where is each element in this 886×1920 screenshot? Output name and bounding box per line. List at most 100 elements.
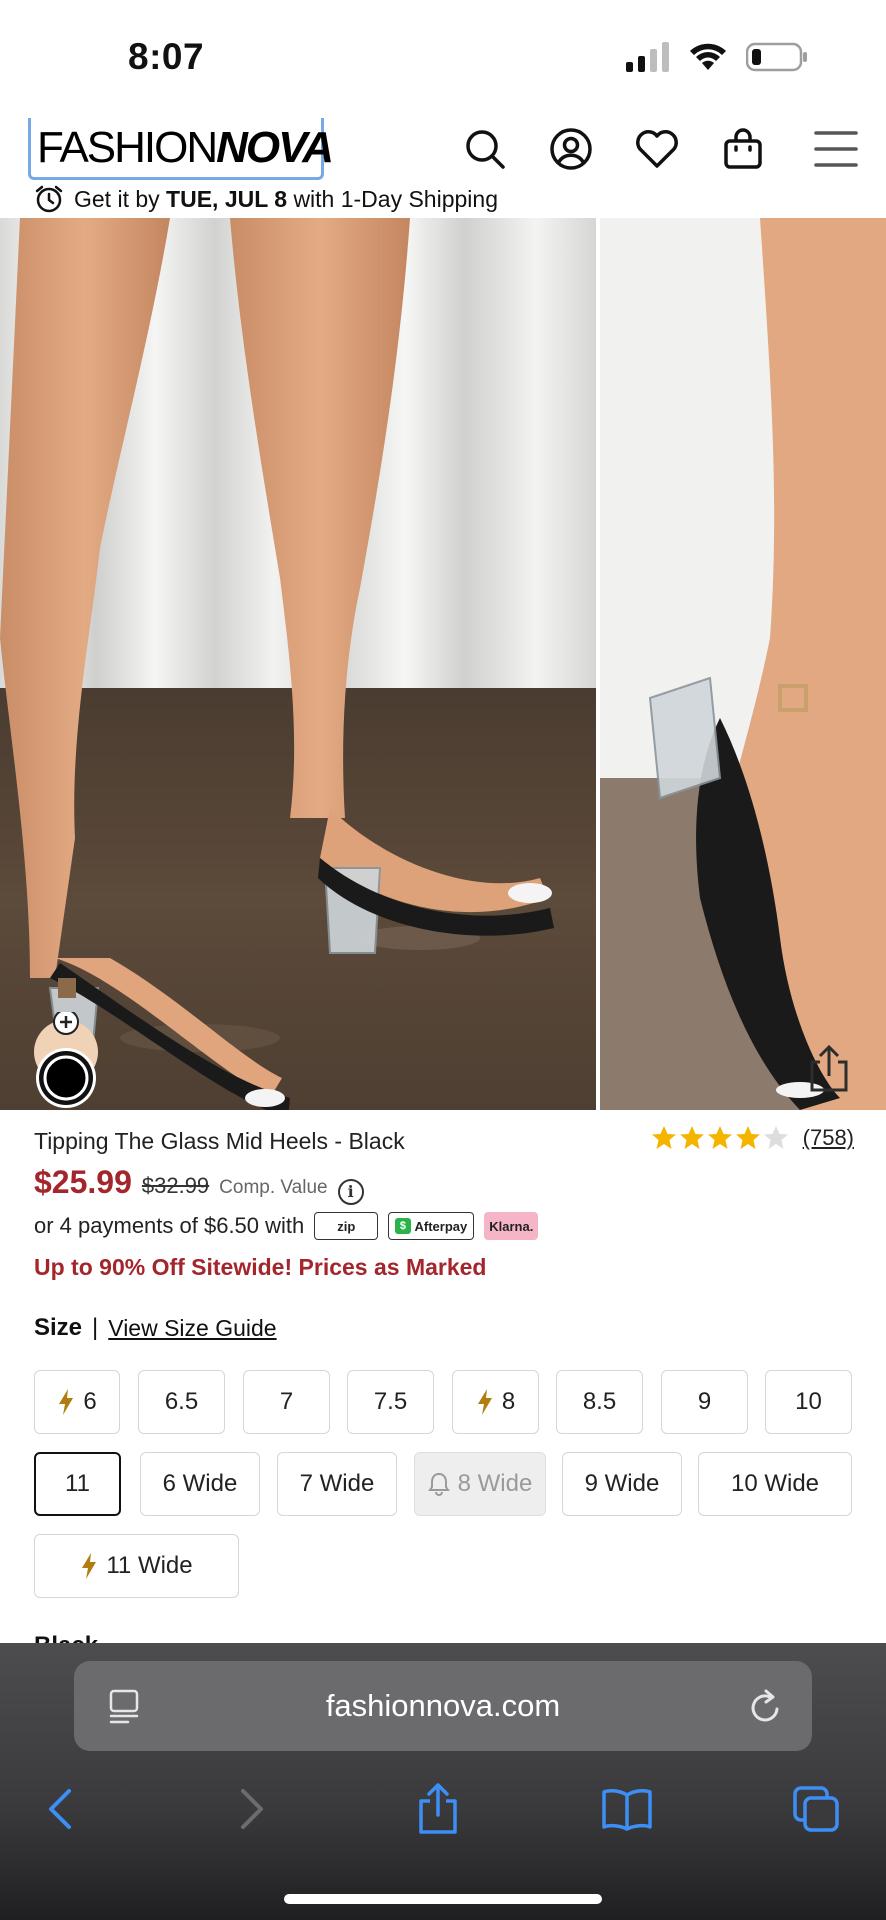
color-swatch-icon [34, 1009, 98, 1108]
size-option-label: 10 Wide [730, 1470, 820, 1497]
product-rating[interactable]: (758) [651, 1125, 854, 1151]
size-option-label: 9 [697, 1388, 712, 1415]
compare-price: $32.99 [141, 1173, 210, 1198]
size-option-label: 8 Wide [457, 1470, 533, 1497]
size-option-label: 8 [501, 1388, 516, 1415]
afterpay-dollar-icon: $ [395, 1218, 411, 1234]
price-row: $25.99 $32.99 Comp. Value i [34, 1164, 364, 1205]
installment-text: or 4 payments of $6.50 with [34, 1213, 305, 1238]
tabs-button[interactable] [786, 1779, 846, 1839]
shipping-date: TUE, JUL 8 [166, 185, 288, 212]
home-indicator[interactable] [284, 1894, 602, 1904]
view-size-guide-link[interactable]: View Size Guide [108, 1315, 276, 1342]
product-title: Tipping The Glass Mid Heels - Black [34, 1128, 405, 1154]
shipping-prefix: Get it by [74, 185, 160, 212]
size-option[interactable]: 8 [452, 1370, 539, 1434]
cart-button[interactable] [700, 118, 786, 180]
size-option-label: 7 Wide [299, 1470, 375, 1497]
size-option[interactable]: 10 Wide [698, 1452, 852, 1516]
forward-icon [241, 1789, 263, 1829]
wishlist-button[interactable] [614, 118, 700, 180]
account-icon [550, 128, 592, 170]
page-menu-icon [109, 1689, 139, 1724]
compare-value-label: Comp. Value [219, 1177, 328, 1198]
sale-price: $25.99 [34, 1164, 132, 1200]
size-separator: | [92, 1314, 99, 1341]
size-option[interactable]: 7 Wide [277, 1452, 397, 1516]
url-text: fashionnova.com [325, 1688, 561, 1723]
header-icons [442, 118, 886, 180]
browser-chrome: fashionnova.com [0, 1643, 886, 1920]
klarna-badge[interactable]: Klarna. [484, 1212, 539, 1240]
share-button[interactable] [408, 1779, 468, 1839]
site-header: FASHION NOVA [0, 118, 886, 180]
size-option-label: 9 Wide [584, 1470, 660, 1497]
size-option[interactable]: 6.5 [138, 1370, 225, 1434]
alarm-clock-icon [35, 185, 63, 213]
reload-icon [751, 1689, 779, 1722]
size-option[interactable]: 9 [661, 1370, 748, 1434]
browser-toolbar [0, 1771, 886, 1871]
flash-icon [477, 1389, 492, 1415]
size-option[interactable]: 11 Wide [34, 1534, 239, 1598]
shipping-suffix: with 1-Day Shipping [293, 185, 498, 212]
size-option-selected[interactable]: 11 [34, 1452, 121, 1516]
product-photo-image [0, 218, 596, 1110]
size-option-label: 6 [83, 1388, 97, 1415]
info-icon[interactable]: i [337, 1179, 364, 1205]
size-option[interactable]: 10 [765, 1370, 852, 1434]
zip-label: zip [337, 1218, 356, 1234]
size-option[interactable]: 7 [243, 1370, 330, 1434]
address-bar[interactable]: fashionnova.com [74, 1661, 812, 1751]
size-option[interactable]: 9 Wide [562, 1452, 682, 1516]
heart-icon [636, 130, 678, 168]
flash-icon [59, 1389, 74, 1415]
size-option[interactable]: 6 [34, 1370, 120, 1434]
size-option-label: 7 [279, 1388, 294, 1415]
size-option[interactable]: 8.5 [556, 1370, 643, 1434]
back-icon [49, 1789, 71, 1829]
afterpay-badge[interactable]: $ Afterpay [388, 1212, 475, 1240]
zip-pay-badge[interactable]: zip [314, 1212, 379, 1240]
share-icon [419, 1783, 457, 1834]
share-icon [810, 1044, 848, 1092]
bookmarks-icon [602, 1789, 652, 1831]
fashion-nova-logo[interactable]: FASHION NOVA [28, 118, 334, 180]
product-image-gallery[interactable] [0, 218, 886, 1110]
promo-text: Up to 90% Off Sitewide! Prices as Marked [34, 1254, 487, 1280]
logo-text-bold: NOVA [216, 122, 334, 172]
back-button[interactable] [30, 1779, 90, 1839]
menu-icon [814, 131, 858, 167]
color-swatch-picker[interactable] [32, 1009, 98, 1117]
bookmarks-button[interactable] [597, 1779, 657, 1839]
size-label: Size [34, 1314, 83, 1341]
account-button[interactable] [528, 118, 614, 180]
size-option-label: 8.5 [582, 1388, 617, 1415]
star-rating-icon [651, 1126, 788, 1149]
size-option-label: 7.5 [373, 1388, 408, 1415]
size-option-unavailable[interactable]: 8 Wide [414, 1452, 546, 1516]
size-option[interactable]: 7.5 [347, 1370, 434, 1434]
search-button[interactable] [442, 118, 528, 180]
battery-icon [746, 42, 807, 72]
bell-icon [427, 1472, 450, 1496]
size-option-label: 11 [65, 1470, 90, 1497]
product-photo-main[interactable] [0, 218, 596, 1110]
search-icon [466, 130, 505, 169]
forward-button[interactable] [222, 1779, 282, 1839]
size-option-label: 11 Wide [106, 1552, 193, 1579]
reload-button[interactable] [748, 1687, 784, 1730]
share-product-button[interactable] [804, 1044, 854, 1094]
review-count-link[interactable]: (758) [803, 1125, 854, 1151]
shipping-banner: Get it by TUE, JUL 8 with 1-Day Shipping [34, 180, 498, 218]
flash-icon [82, 1553, 97, 1579]
size-option[interactable]: 6 Wide [140, 1452, 260, 1516]
product-photo-next[interactable] [600, 218, 886, 1110]
reader-menu-button[interactable] [108, 1689, 142, 1730]
size-option-label: 6 Wide [162, 1470, 238, 1497]
afterpay-label: Afterpay [414, 1218, 468, 1234]
logo-text-light: FASHION [37, 122, 218, 172]
status-icons [626, 42, 808, 72]
menu-button[interactable] [786, 118, 886, 180]
size-option-label: 10 [795, 1388, 822, 1415]
